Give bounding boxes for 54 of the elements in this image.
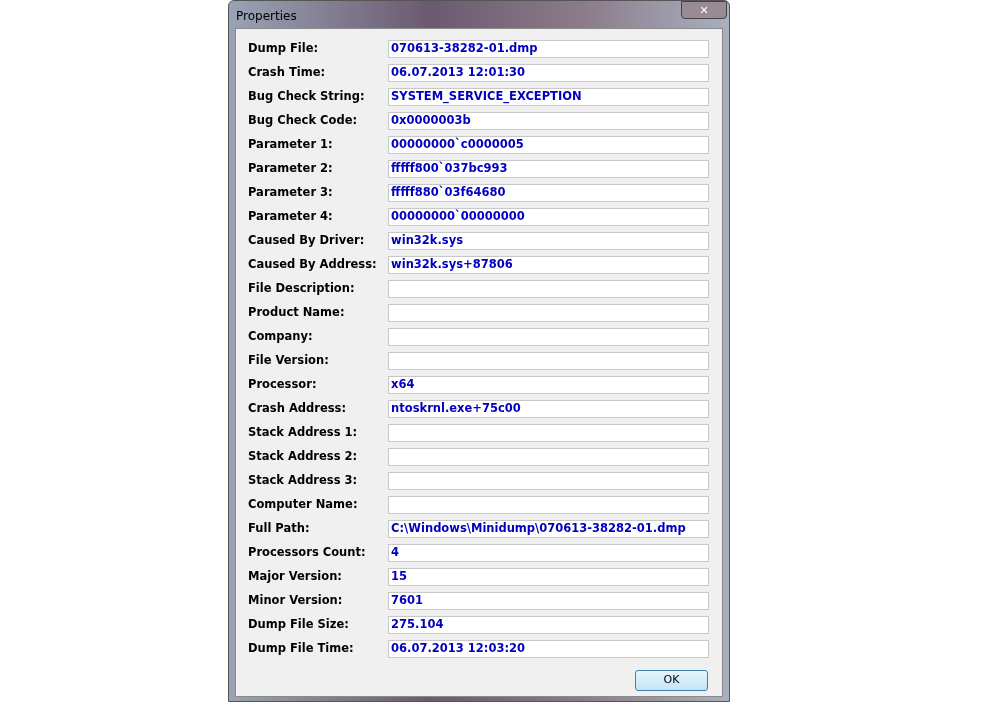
field-label: Bug Check Code:: [248, 112, 359, 130]
field-label: Bug Check String:: [248, 88, 366, 106]
text-field[interactable]: [388, 472, 709, 490]
text-field[interactable]: 00000000`c0000005: [388, 136, 709, 154]
field-label: Parameter 1:: [248, 136, 334, 154]
text-field[interactable]: [388, 448, 709, 466]
text-field[interactable]: [388, 328, 709, 346]
text-field[interactable]: [388, 424, 709, 442]
text-field[interactable]: [388, 304, 709, 322]
text-field[interactable]: SYSTEM_SERVICE_EXCEPTION: [388, 88, 709, 106]
field-label: Crash Address:: [248, 400, 348, 418]
text-field[interactable]: fffff800`037bc993: [388, 160, 709, 178]
text-field[interactable]: C:\Windows\Minidump\070613-38282-01.dmp: [388, 520, 709, 538]
field-label: Product Name:: [248, 304, 346, 322]
field-label: Dump File:: [248, 40, 320, 58]
field-label: Parameter 4:: [248, 208, 334, 226]
text-field[interactable]: fffff880`03f64680: [388, 184, 709, 202]
text-field[interactable]: 4: [388, 544, 709, 562]
field-label: Processors Count:: [248, 544, 367, 562]
text-field[interactable]: win32k.sys+87806: [388, 256, 709, 274]
text-field[interactable]: 00000000`00000000: [388, 208, 709, 226]
text-field[interactable]: 070613-38282-01.dmp: [388, 40, 709, 58]
text-field[interactable]: 275.104: [388, 616, 709, 634]
text-field[interactable]: 06.07.2013 12:03:20: [388, 640, 709, 658]
text-field[interactable]: 06.07.2013 12:01:30: [388, 64, 709, 82]
text-field[interactable]: ntoskrnl.exe+75c00: [388, 400, 709, 418]
field-label: File Version:: [248, 352, 330, 370]
field-label: Crash Time:: [248, 64, 327, 82]
field-label: Processor:: [248, 376, 318, 394]
field-label: Dump File Time:: [248, 640, 355, 658]
text-field[interactable]: 15: [388, 568, 709, 586]
text-field[interactable]: 7601: [388, 592, 709, 610]
field-label: Full Path:: [248, 520, 311, 538]
text-field[interactable]: x64: [388, 376, 709, 394]
field-label: Caused By Address:: [248, 256, 378, 274]
text-field[interactable]: win32k.sys: [388, 232, 709, 250]
text-field[interactable]: [388, 280, 709, 298]
field-label: Caused By Driver:: [248, 232, 366, 250]
field-label: Parameter 2:: [248, 160, 334, 178]
field-label: Parameter 3:: [248, 184, 334, 202]
window-title: Properties: [236, 8, 297, 25]
field-label: Minor Version:: [248, 592, 344, 610]
field-label: Major Version:: [248, 568, 343, 586]
field-label: Stack Address 2:: [248, 448, 359, 466]
field-label: Dump File Size:: [248, 616, 350, 634]
text-field[interactable]: [388, 352, 709, 370]
field-label: File Description:: [248, 280, 356, 298]
field-label: Computer Name:: [248, 496, 359, 514]
field-label: Stack Address 3:: [248, 472, 359, 490]
field-label: Company:: [248, 328, 314, 346]
ok-button[interactable]: OK: [635, 670, 708, 691]
text-field[interactable]: 0x0000003b: [388, 112, 709, 130]
field-label: Stack Address 1:: [248, 424, 359, 442]
text-field[interactable]: [388, 496, 709, 514]
